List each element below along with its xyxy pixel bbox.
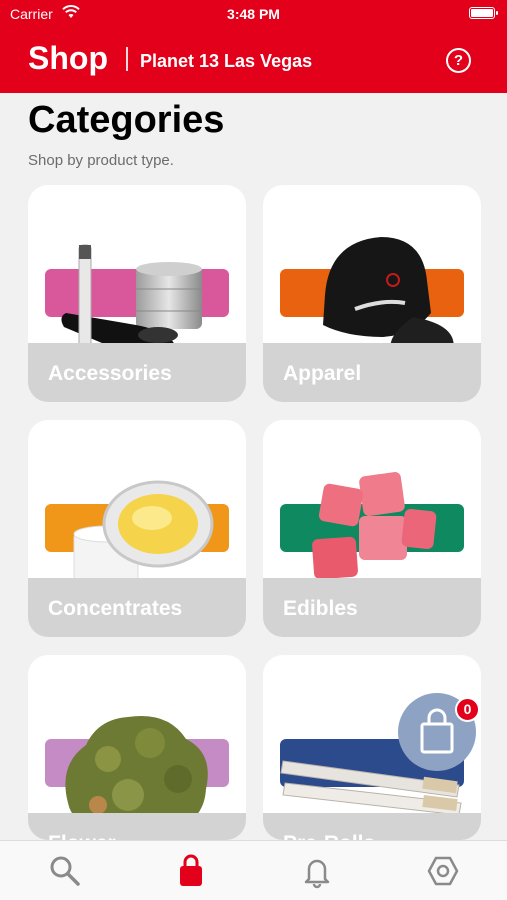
- category-label: Apparel: [283, 362, 362, 385]
- category-label: Flower: [48, 832, 116, 840]
- tab-shop[interactable]: [171, 851, 211, 891]
- tab-notifications[interactable]: [297, 851, 337, 891]
- category-label: Accessories: [48, 362, 172, 385]
- page-subtitle: Shop by product type.: [28, 152, 174, 169]
- category-card-flower[interactable]: Flower: [28, 655, 246, 840]
- category-label: Edibles: [283, 597, 358, 620]
- clock: 3:48 PM: [227, 6, 280, 22]
- cart-count-badge: 0: [455, 697, 480, 722]
- page-title: Categories: [28, 99, 225, 141]
- question-icon: ?: [453, 52, 464, 69]
- page-header-title: Shop: [28, 40, 108, 76]
- search-icon: [50, 856, 80, 886]
- category-card-edibles[interactable]: Edibles: [263, 420, 481, 637]
- help-button[interactable]: ?: [446, 48, 471, 73]
- category-label: Concentrates: [48, 597, 183, 620]
- header-divider: [126, 47, 128, 71]
- tab-search[interactable]: [45, 851, 85, 891]
- hexagon-settings-icon: [427, 856, 459, 886]
- status-bar: Carrier 3:48 PM: [0, 0, 507, 28]
- tab-bar: [0, 840, 507, 900]
- shopping-bag-icon: [180, 854, 202, 886]
- bell-icon: [304, 859, 330, 889]
- tab-settings[interactable]: [423, 851, 463, 891]
- category-label: Pre-Rolls: [283, 832, 375, 840]
- battery-icon: [469, 7, 498, 19]
- category-card-apparel[interactable]: Apparel: [263, 185, 481, 402]
- store-name[interactable]: Planet 13 Las Vegas: [140, 51, 312, 72]
- category-card-concentrates[interactable]: Concentrates: [28, 420, 246, 637]
- app-header: Carrier 3:48 PM Shop Planet 13 Las Vegas…: [0, 0, 507, 93]
- category-card-accessories[interactable]: Accessories: [28, 185, 246, 402]
